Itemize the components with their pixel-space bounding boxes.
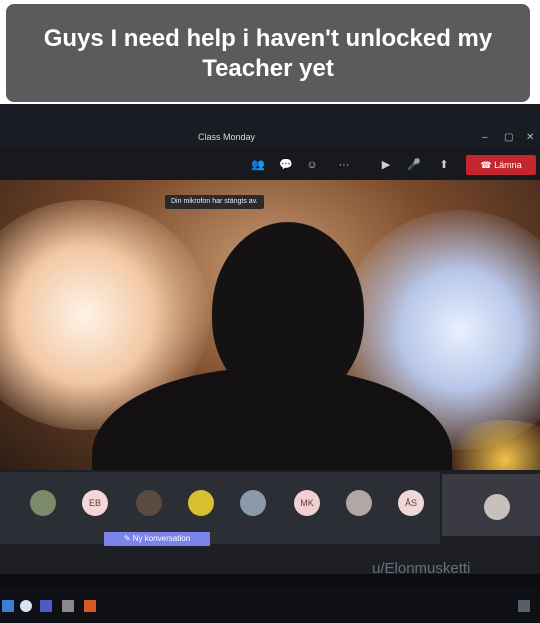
phone-hangup-icon: ☎ (480, 160, 492, 170)
share-screen-icon[interactable]: ⬆ (436, 158, 452, 172)
mic-muted-tooltip: Din mikrofon har stängts av. (165, 195, 264, 209)
taskbar-app-icon[interactable] (62, 600, 74, 612)
participant-avatar[interactable] (346, 490, 372, 516)
caption-line-2: Teacher yet (202, 55, 334, 82)
taskbar-app-icon[interactable] (20, 600, 32, 612)
window-title: Class Monday (198, 132, 256, 142)
participant-avatar[interactable]: MK (294, 490, 320, 516)
video-feed (0, 180, 540, 470)
teams-icon[interactable] (40, 600, 52, 612)
compose-icon: ✎ (123, 534, 133, 543)
new-conversation-label: Ny konversation (132, 534, 191, 543)
chat-icon[interactable]: 💬 (278, 158, 294, 172)
minimize-button[interactable]: – (482, 132, 488, 143)
close-button[interactable]: ✕ (526, 132, 534, 143)
participant-avatar[interactable] (30, 490, 56, 516)
self-avatar (484, 494, 510, 520)
participant-avatar[interactable] (188, 490, 214, 516)
taskbar-app-icon[interactable] (2, 600, 14, 612)
monitor-screen: Class Monday – ▢ ✕ 👥 💬 ☺ ··· ▶ 🎤 ⬆ ☎ Läm… (0, 104, 540, 623)
leave-label: Lämna (494, 160, 522, 170)
windows-taskbar (0, 588, 540, 623)
taskbar-app-icon[interactable] (84, 600, 96, 612)
reddit-watermark: u/Elonmusketti (372, 560, 471, 577)
participants-icon[interactable]: 👥 (250, 158, 266, 172)
participant-avatar[interactable] (136, 490, 162, 516)
participant-avatar[interactable]: ÅS (398, 490, 424, 516)
meme-caption: Guys I need help i haven't unlocked my T… (6, 4, 530, 102)
camera-off-icon[interactable]: ▶ (378, 158, 394, 172)
system-tray-icon[interactable] (518, 600, 530, 612)
leave-button[interactable]: ☎ Lämna (466, 155, 536, 175)
more-actions-icon[interactable]: ··· (336, 158, 352, 172)
participant-roster (0, 472, 440, 544)
meeting-toolbar: 👥 💬 ☺ ··· ▶ 🎤 ⬆ ☎ Lämna (0, 148, 540, 180)
caption-line-1: Guys I need help i haven't unlocked my (43, 25, 493, 52)
teacher-silhouette-head (212, 222, 364, 402)
new-conversation-button[interactable]: ✎ Ny konversation (104, 532, 210, 546)
mic-off-icon[interactable]: 🎤 (406, 158, 422, 172)
reactions-icon[interactable]: ☺ (304, 158, 320, 172)
self-view (442, 474, 540, 536)
participant-avatar[interactable] (240, 490, 266, 516)
title-bar: Class Monday – ▢ ✕ (0, 104, 540, 148)
maximize-button[interactable]: ▢ (504, 132, 513, 143)
participant-avatar[interactable]: EB (82, 490, 108, 516)
